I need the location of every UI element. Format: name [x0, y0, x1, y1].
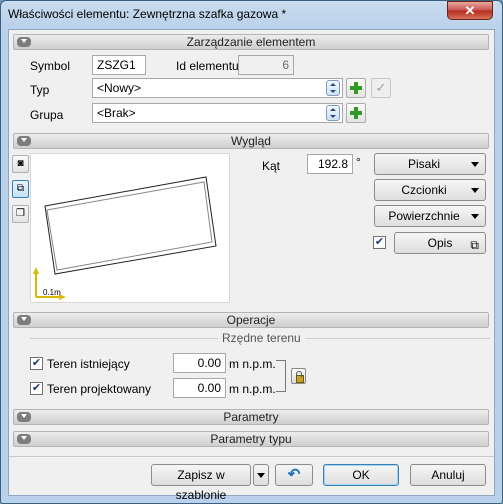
- designed-terrain-label: Teren projektowany: [47, 382, 152, 396]
- confirm-type-button[interactable]: ✓: [371, 78, 391, 98]
- save-template-dropdown-button[interactable]: [253, 464, 269, 486]
- type-spin-icon[interactable]: [326, 80, 340, 96]
- section-appearance-title: Wygląd: [231, 134, 271, 148]
- type-select[interactable]: <Nowy>: [92, 78, 343, 98]
- description-button[interactable]: Opis ⧉: [394, 232, 486, 254]
- section-parameters-header[interactable]: Parametry: [13, 409, 489, 425]
- element-id-field: 6: [238, 55, 294, 75]
- dropdown-arrow-icon: [471, 188, 479, 193]
- angle-input[interactable]: 192.8: [307, 154, 353, 174]
- type-label: Typ: [30, 83, 50, 97]
- dropdown-arrow-icon: [471, 214, 479, 219]
- section-management-title: Zarządzanie elementem: [186, 35, 316, 49]
- section-appearance-header[interactable]: Wygląd: [13, 133, 489, 149]
- add-group-button[interactable]: [346, 103, 366, 123]
- designed-terrain-checkbox[interactable]: ✔: [30, 382, 43, 395]
- fonts-button-label: Czcionki: [401, 183, 447, 197]
- cancel-button[interactable]: Anuluj: [410, 464, 486, 486]
- surfaces-button[interactable]: Powierzchnie: [374, 205, 486, 227]
- pens-button[interactable]: Pisaki: [374, 153, 486, 175]
- element-id-label: Id elementu: [176, 59, 239, 73]
- close-button[interactable]: ✕: [447, 1, 493, 20]
- section-management-header[interactable]: Zarządzanie elementem: [13, 34, 489, 50]
- surfaces-button-label: Powierzchnie: [388, 209, 460, 223]
- dropdown-arrow-icon: [471, 162, 479, 167]
- symbol-label: Symbol: [30, 59, 71, 73]
- scale-label: 0.1m: [43, 288, 61, 297]
- existing-terrain-input[interactable]: 0.00: [173, 353, 226, 373]
- collapse-chevron-icon: [17, 434, 31, 444]
- group-select-value: <Brak>: [97, 106, 136, 120]
- section-operations-header[interactable]: Operacje: [13, 312, 489, 328]
- undo-icon[interactable]: ↶: [275, 464, 313, 486]
- window-title: Właściwości elementu: Zewnętrzna szafka …: [8, 7, 287, 21]
- existing-terrain-label: Teren istniejący: [47, 357, 130, 371]
- designed-terrain-input[interactable]: 0.00: [173, 378, 226, 398]
- 3d-view-icon[interactable]: ❒: [12, 205, 29, 223]
- existing-terrain-unit: m n.p.m.: [229, 357, 276, 371]
- type-select-value: <Nowy>: [97, 81, 142, 95]
- section-operations-title: Operacje: [226, 313, 276, 327]
- y-axis-arrow: [33, 267, 39, 274]
- terrain-group-title: Rzędne terenu: [218, 331, 305, 345]
- cabinet-inner-outline: [46, 181, 213, 271]
- camera-icon[interactable]: ◙: [12, 155, 29, 173]
- section-type-parameters-title: Parametry typu: [210, 432, 292, 446]
- add-type-button[interactable]: [346, 78, 366, 98]
- open-dialog-icon: ⧉: [470, 238, 479, 252]
- ok-button[interactable]: OK: [323, 464, 399, 486]
- link-bracket: [276, 360, 286, 392]
- preview-drawing: 0.1m: [33, 176, 217, 300]
- angle-label: Kąt: [262, 159, 281, 173]
- description-checkbox[interactable]: ✔: [373, 236, 386, 249]
- collapse-chevron-icon: [17, 136, 31, 146]
- fonts-button[interactable]: Czcionki: [374, 179, 486, 201]
- pens-button-label: Pisaki: [407, 157, 440, 171]
- section-parameters-title: Parametry: [223, 410, 279, 424]
- collapse-chevron-icon: [17, 315, 31, 325]
- plan-view-icon[interactable]: ⧉: [12, 180, 29, 198]
- symbol-input[interactable]: ZSZG1: [92, 55, 146, 75]
- save-template-button[interactable]: Zapisz w szablonie: [151, 464, 251, 502]
- angle-unit: °: [356, 155, 361, 169]
- cabinet-outline: [44, 176, 217, 275]
- footer-divider: [9, 456, 494, 457]
- description-button-label: Opis: [427, 236, 453, 250]
- group-spin-icon[interactable]: [326, 105, 340, 121]
- existing-terrain-checkbox[interactable]: ✔: [30, 357, 43, 370]
- group-label: Grupa: [30, 108, 64, 122]
- symbol-preview: 0.1m: [30, 153, 230, 303]
- designed-terrain-unit: m n.p.m.: [229, 382, 276, 396]
- section-type-parameters-header[interactable]: Parametry typu: [13, 431, 489, 447]
- group-select[interactable]: <Brak>: [92, 103, 343, 123]
- collapse-chevron-icon: [17, 37, 31, 47]
- collapse-chevron-icon: [17, 412, 31, 422]
- lock-icon[interactable]: [291, 368, 306, 384]
